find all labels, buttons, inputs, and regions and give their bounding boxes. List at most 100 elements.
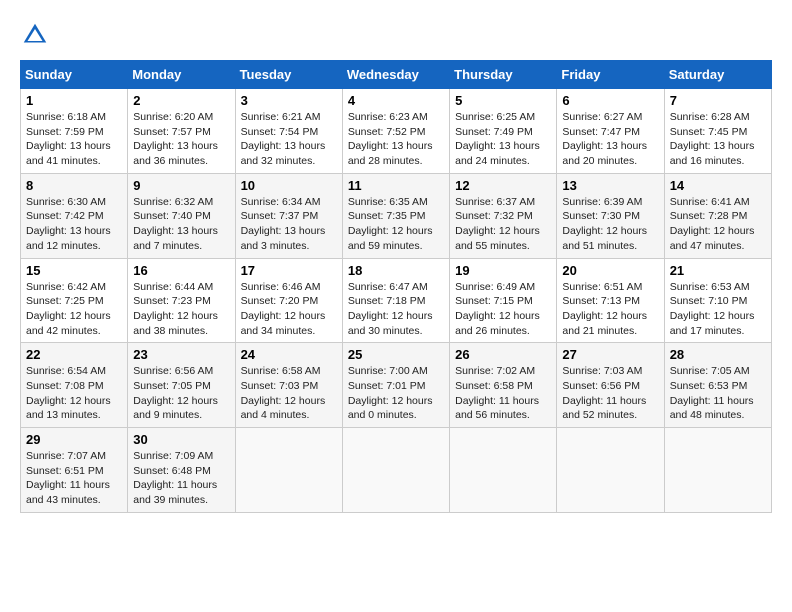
day-number: 1 bbox=[26, 93, 122, 108]
day-info: Sunrise: 6:44 AM Sunset: 7:23 PM Dayligh… bbox=[133, 280, 229, 339]
calendar-day-cell: 26Sunrise: 7:02 AM Sunset: 6:58 PM Dayli… bbox=[450, 343, 557, 428]
day-info: Sunrise: 6:39 AM Sunset: 7:30 PM Dayligh… bbox=[562, 195, 658, 254]
day-number: 8 bbox=[26, 178, 122, 193]
calendar-day-cell: 23Sunrise: 6:56 AM Sunset: 7:05 PM Dayli… bbox=[128, 343, 235, 428]
calendar-week-row: 29 Sunrise: 7:07 AM Sunset: 6:51 PM Dayli… bbox=[21, 428, 772, 513]
day-info: Sunrise: 6:28 AM Sunset: 7:45 PM Dayligh… bbox=[670, 110, 766, 169]
calendar-day-cell: 2 Sunrise: 6:20 AM Sunset: 7:57 PM Daylig… bbox=[128, 89, 235, 174]
day-of-week-header: Tuesday bbox=[235, 61, 342, 89]
empty-cell bbox=[557, 428, 664, 513]
day-number: 4 bbox=[348, 93, 444, 108]
day-info: Sunrise: 6:49 AM Sunset: 7:15 PM Dayligh… bbox=[455, 280, 551, 339]
calendar-day-cell: 15 Sunrise: 6:42 AM Sunset: 7:25 PM Dayli… bbox=[21, 258, 128, 343]
day-number: 22 bbox=[26, 347, 122, 362]
day-info: Sunrise: 6:42 AM Sunset: 7:25 PM Dayligh… bbox=[26, 280, 122, 339]
calendar-day-cell: 4 Sunrise: 6:23 AM Sunset: 7:52 PM Daylig… bbox=[342, 89, 449, 174]
calendar-day-cell: 8 Sunrise: 6:30 AM Sunset: 7:42 PM Daylig… bbox=[21, 173, 128, 258]
calendar-day-cell: 14 Sunrise: 6:41 AM Sunset: 7:28 PM Dayli… bbox=[664, 173, 771, 258]
calendar-day-cell: 7 Sunrise: 6:28 AM Sunset: 7:45 PM Daylig… bbox=[664, 89, 771, 174]
calendar-day-cell: 21 Sunrise: 6:53 AM Sunset: 7:10 PM Dayli… bbox=[664, 258, 771, 343]
calendar-day-cell: 9 Sunrise: 6:32 AM Sunset: 7:40 PM Daylig… bbox=[128, 173, 235, 258]
day-number: 3 bbox=[241, 93, 337, 108]
day-info: Sunrise: 6:51 AM Sunset: 7:13 PM Dayligh… bbox=[562, 280, 658, 339]
day-info: Sunrise: 6:56 AM Sunset: 7:05 PM Dayligh… bbox=[133, 364, 229, 423]
day-number: 24 bbox=[241, 347, 337, 362]
calendar-day-cell: 30 Sunrise: 7:09 AM Sunset: 6:48 PM Dayli… bbox=[128, 428, 235, 513]
day-info: Sunrise: 6:30 AM Sunset: 7:42 PM Dayligh… bbox=[26, 195, 122, 254]
calendar-day-cell: 13 Sunrise: 6:39 AM Sunset: 7:30 PM Dayli… bbox=[557, 173, 664, 258]
day-of-week-header: Friday bbox=[557, 61, 664, 89]
calendar-day-cell: 22 Sunrise: 6:54 AM Sunset: 7:08 PM Dayli… bbox=[21, 343, 128, 428]
day-info: Sunrise: 6:54 AM Sunset: 7:08 PM Dayligh… bbox=[26, 364, 122, 423]
day-info: Sunrise: 6:23 AM Sunset: 7:52 PM Dayligh… bbox=[348, 110, 444, 169]
day-info: Sunrise: 7:05 AM Sunset: 6:53 PM Dayligh… bbox=[670, 364, 766, 423]
day-number: 12 bbox=[455, 178, 551, 193]
day-number: 2 bbox=[133, 93, 229, 108]
day-info: Sunrise: 6:46 AM Sunset: 7:20 PM Dayligh… bbox=[241, 280, 337, 339]
day-number: 26 bbox=[455, 347, 551, 362]
day-of-week-header: Thursday bbox=[450, 61, 557, 89]
logo bbox=[20, 20, 54, 50]
logo-icon bbox=[20, 20, 50, 50]
calendar-day-cell: 19Sunrise: 6:49 AM Sunset: 7:15 PM Dayli… bbox=[450, 258, 557, 343]
day-info: Sunrise: 6:47 AM Sunset: 7:18 PM Dayligh… bbox=[348, 280, 444, 339]
day-info: Sunrise: 6:25 AM Sunset: 7:49 PM Dayligh… bbox=[455, 110, 551, 169]
day-info: Sunrise: 6:34 AM Sunset: 7:37 PM Dayligh… bbox=[241, 195, 337, 254]
calendar-day-cell: 3Sunrise: 6:21 AM Sunset: 7:54 PM Daylig… bbox=[235, 89, 342, 174]
empty-cell bbox=[450, 428, 557, 513]
calendar-day-cell: 17 Sunrise: 6:46 AM Sunset: 7:20 PM Dayli… bbox=[235, 258, 342, 343]
calendar-header-row: SundayMondayTuesdayWednesdayThursdayFrid… bbox=[21, 61, 772, 89]
day-info: Sunrise: 6:53 AM Sunset: 7:10 PM Dayligh… bbox=[670, 280, 766, 339]
day-number: 7 bbox=[670, 93, 766, 108]
day-number: 27 bbox=[562, 347, 658, 362]
day-number: 6 bbox=[562, 93, 658, 108]
day-of-week-header: Saturday bbox=[664, 61, 771, 89]
day-info: Sunrise: 7:07 AM Sunset: 6:51 PM Dayligh… bbox=[26, 449, 122, 508]
day-number: 11 bbox=[348, 178, 444, 193]
day-number: 25 bbox=[348, 347, 444, 362]
calendar-day-cell: 16 Sunrise: 6:44 AM Sunset: 7:23 PM Dayli… bbox=[128, 258, 235, 343]
calendar-day-cell: 18 Sunrise: 6:47 AM Sunset: 7:18 PM Dayli… bbox=[342, 258, 449, 343]
calendar-week-row: 22 Sunrise: 6:54 AM Sunset: 7:08 PM Dayli… bbox=[21, 343, 772, 428]
day-info: Sunrise: 6:20 AM Sunset: 7:57 PM Dayligh… bbox=[133, 110, 229, 169]
day-number: 20 bbox=[562, 263, 658, 278]
calendar-day-cell: 10 Sunrise: 6:34 AM Sunset: 7:37 PM Dayli… bbox=[235, 173, 342, 258]
day-number: 18 bbox=[348, 263, 444, 278]
day-number: 15 bbox=[26, 263, 122, 278]
calendar-day-cell: 24 Sunrise: 6:58 AM Sunset: 7:03 PM Dayli… bbox=[235, 343, 342, 428]
calendar-day-cell: 1 Sunrise: 6:18 AM Sunset: 7:59 PM Daylig… bbox=[21, 89, 128, 174]
day-number: 10 bbox=[241, 178, 337, 193]
calendar-week-row: 8 Sunrise: 6:30 AM Sunset: 7:42 PM Daylig… bbox=[21, 173, 772, 258]
calendar-week-row: 1 Sunrise: 6:18 AM Sunset: 7:59 PM Daylig… bbox=[21, 89, 772, 174]
day-of-week-header: Sunday bbox=[21, 61, 128, 89]
day-of-week-header: Wednesday bbox=[342, 61, 449, 89]
page-header bbox=[20, 20, 772, 50]
calendar-day-cell: 20 Sunrise: 6:51 AM Sunset: 7:13 PM Dayli… bbox=[557, 258, 664, 343]
day-number: 29 bbox=[26, 432, 122, 447]
day-info: Sunrise: 7:09 AM Sunset: 6:48 PM Dayligh… bbox=[133, 449, 229, 508]
day-info: Sunrise: 6:41 AM Sunset: 7:28 PM Dayligh… bbox=[670, 195, 766, 254]
day-number: 21 bbox=[670, 263, 766, 278]
day-info: Sunrise: 6:37 AM Sunset: 7:32 PM Dayligh… bbox=[455, 195, 551, 254]
day-number: 30 bbox=[133, 432, 229, 447]
day-info: Sunrise: 6:27 AM Sunset: 7:47 PM Dayligh… bbox=[562, 110, 658, 169]
day-info: Sunrise: 6:18 AM Sunset: 7:59 PM Dayligh… bbox=[26, 110, 122, 169]
empty-cell bbox=[664, 428, 771, 513]
day-number: 17 bbox=[241, 263, 337, 278]
day-info: Sunrise: 7:03 AM Sunset: 6:56 PM Dayligh… bbox=[562, 364, 658, 423]
calendar-day-cell: 11 Sunrise: 6:35 AM Sunset: 7:35 PM Dayli… bbox=[342, 173, 449, 258]
day-number: 14 bbox=[670, 178, 766, 193]
day-number: 9 bbox=[133, 178, 229, 193]
calendar-week-row: 15 Sunrise: 6:42 AM Sunset: 7:25 PM Dayli… bbox=[21, 258, 772, 343]
day-number: 13 bbox=[562, 178, 658, 193]
day-info: Sunrise: 6:35 AM Sunset: 7:35 PM Dayligh… bbox=[348, 195, 444, 254]
calendar-day-cell: 5 Sunrise: 6:25 AM Sunset: 7:49 PM Daylig… bbox=[450, 89, 557, 174]
calendar-table: SundayMondayTuesdayWednesdayThursdayFrid… bbox=[20, 60, 772, 513]
day-number: 5 bbox=[455, 93, 551, 108]
day-info: Sunrise: 6:32 AM Sunset: 7:40 PM Dayligh… bbox=[133, 195, 229, 254]
day-info: Sunrise: 6:58 AM Sunset: 7:03 PM Dayligh… bbox=[241, 364, 337, 423]
day-of-week-header: Monday bbox=[128, 61, 235, 89]
calendar-day-cell: 27 Sunrise: 7:03 AM Sunset: 6:56 PM Dayli… bbox=[557, 343, 664, 428]
day-info: Sunrise: 7:00 AM Sunset: 7:01 PM Dayligh… bbox=[348, 364, 444, 423]
day-number: 16 bbox=[133, 263, 229, 278]
